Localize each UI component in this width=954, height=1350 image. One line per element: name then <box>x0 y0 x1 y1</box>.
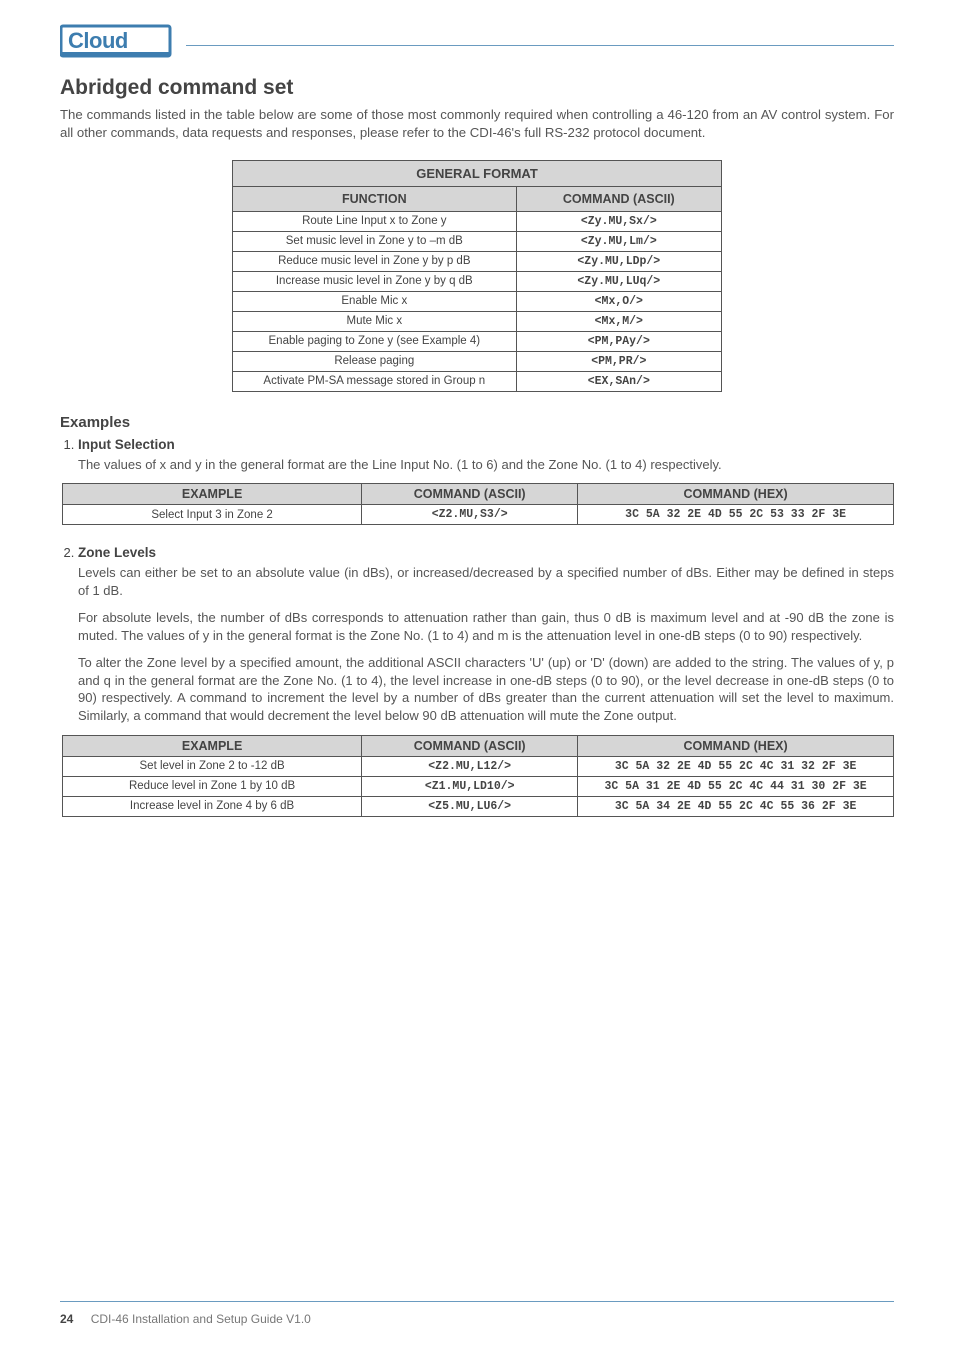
table-row: Increase level in Zone 4 by 6 dB <Z5.MU,… <box>63 796 894 816</box>
example-text: The values of x and y in the general for… <box>78 456 894 474</box>
table-row: Mute Mic x<Mx,M/> <box>233 311 722 331</box>
table-row: Set level in Zone 2 to -12 dB <Z2.MU,L12… <box>63 756 894 776</box>
page-footer: 24 CDI-46 Installation and Setup Guide V… <box>60 1301 894 1326</box>
table-row: Increase music level in Zone y by q dB<Z… <box>233 271 722 291</box>
example-title: Zone Levels <box>78 545 156 560</box>
example-title: Input Selection <box>78 437 175 452</box>
zone-levels-table: EXAMPLE COMMAND (ASCII) COMMAND (HEX) Se… <box>62 735 894 817</box>
col-command: COMMAND (ASCII) <box>516 186 721 211</box>
col-function: FUNCTION <box>233 186 517 211</box>
header-rule <box>186 45 894 46</box>
footer-title: CDI-46 Installation and Setup Guide V1.0 <box>91 1312 311 1326</box>
intro-paragraph: The commands listed in the table below a… <box>60 106 894 142</box>
general-format-table: GENERAL FORMAT FUNCTION COMMAND (ASCII) … <box>232 160 722 392</box>
table-row: Reduce level in Zone 1 by 10 dB <Z1.MU,L… <box>63 776 894 796</box>
section-heading: Abridged command set <box>60 76 894 100</box>
table-row: Set music level in Zone y to –m dB<Zy.MU… <box>233 231 722 251</box>
header-row: Cloud <box>60 0 894 62</box>
table-row: Route Line Input x to Zone y<Zy.MU,Sx/> <box>233 211 722 231</box>
table-row: Select Input 3 in Zone 2 <Z2.MU,S3/> 3C … <box>63 505 894 525</box>
example-text: For absolute levels, the number of dBs c… <box>78 609 894 644</box>
table-row: Enable Mic x<Mx,O/> <box>233 291 722 311</box>
example-text: To alter the Zone level by a specified a… <box>78 654 894 724</box>
example-1: Input Selection The values of x and y in… <box>78 437 894 546</box>
examples-heading: Examples <box>60 414 894 431</box>
table-row: Activate PM-SA message stored in Group n… <box>233 371 722 391</box>
example-text: Levels can either be set to an absolute … <box>78 564 894 599</box>
table-title: GENERAL FORMAT <box>233 160 722 186</box>
input-selection-table: EXAMPLE COMMAND (ASCII) COMMAND (HEX) Se… <box>62 483 894 525</box>
svg-text:Cloud: Cloud <box>68 28 128 53</box>
table-row: Reduce music level in Zone y by p dB<Zy.… <box>233 251 722 271</box>
table-row: Release paging<PM,PR/> <box>233 351 722 371</box>
example-2: Zone Levels Levels can either be set to … <box>78 545 894 836</box>
table-row: Enable paging to Zone y (see Example 4)<… <box>233 331 722 351</box>
cloud-logo: Cloud <box>60 22 172 62</box>
page-number: 24 <box>60 1312 73 1326</box>
